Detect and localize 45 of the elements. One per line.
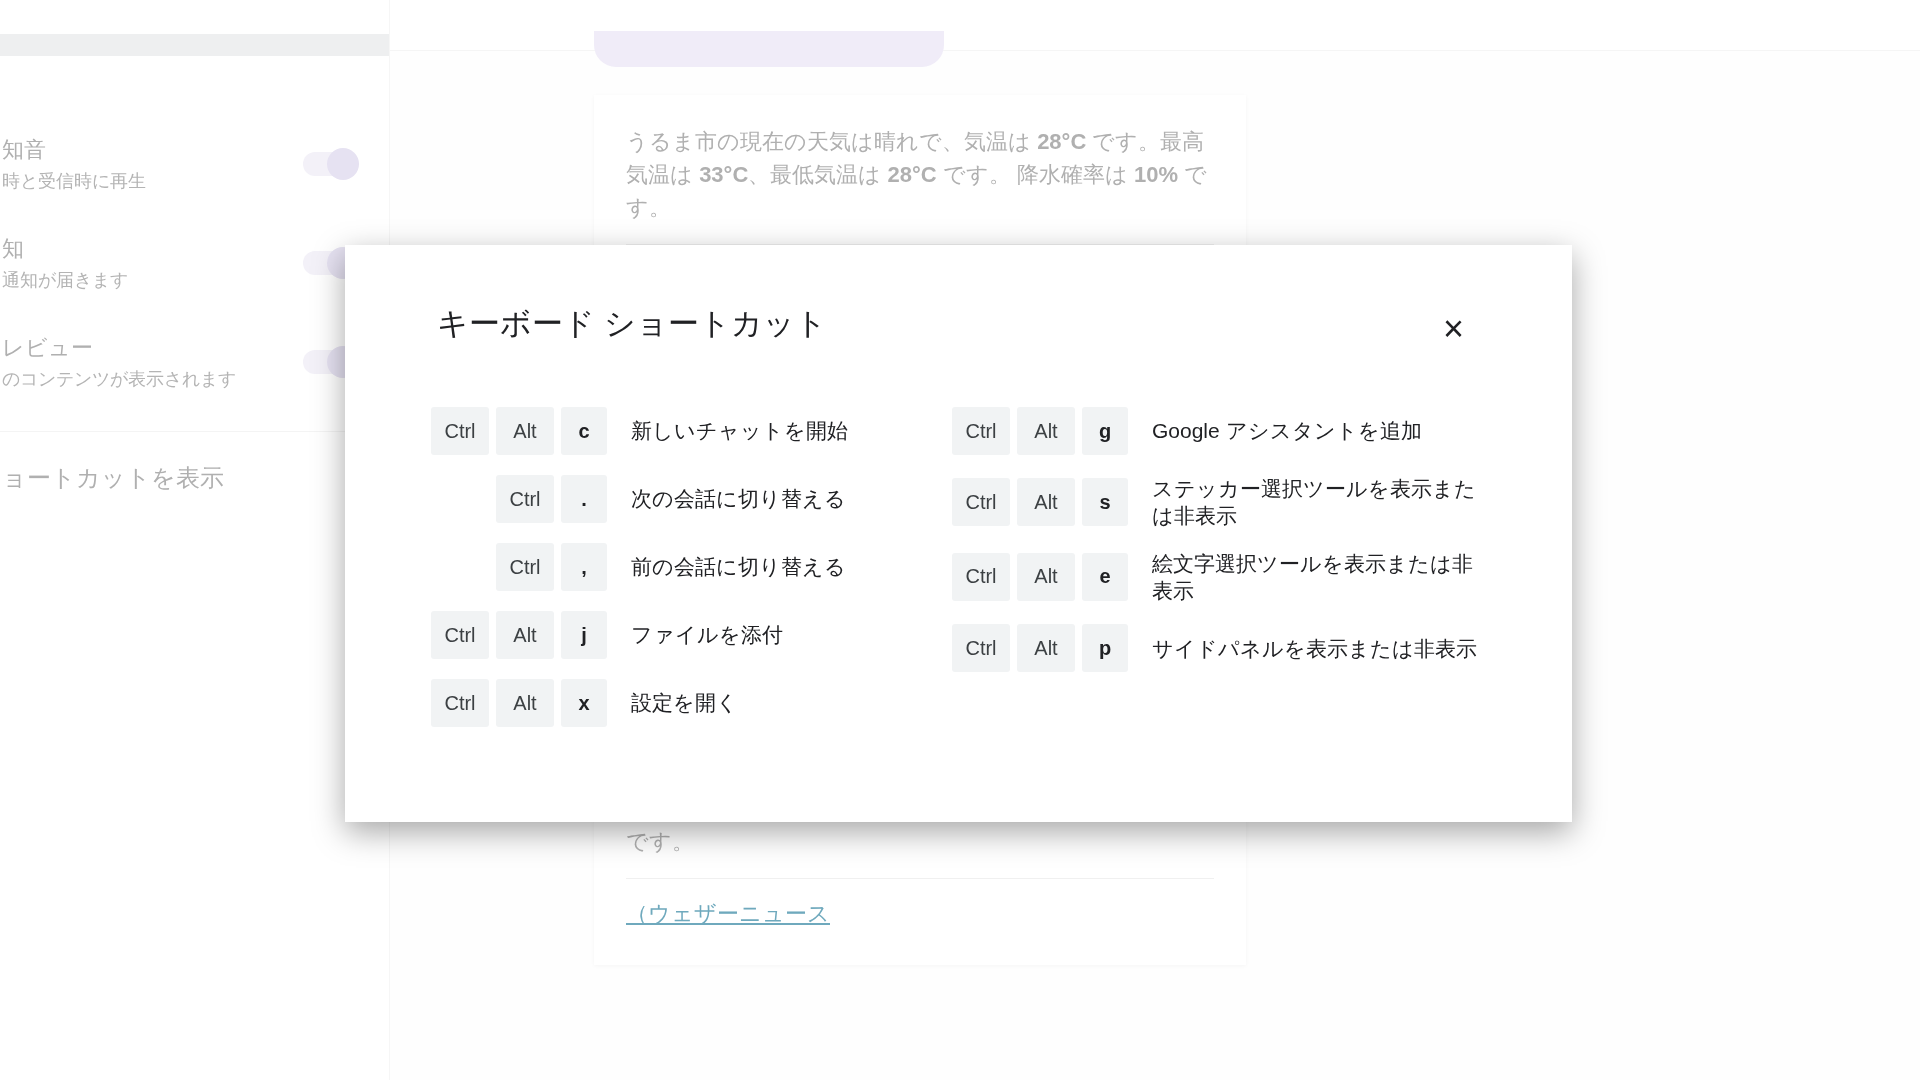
key-cap: e: [1082, 552, 1128, 601]
setting-description: 通知が届きます: [2, 268, 128, 292]
key-cap: Ctrl: [496, 475, 554, 523]
key-cap: Alt: [1017, 552, 1075, 601]
shortcut-description: サイドパネルを表示または非表示: [1152, 635, 1477, 662]
key-cap: Ctrl: [952, 552, 1010, 601]
key-cap: Alt: [1017, 478, 1075, 527]
setting-description: 時と受信時に再生: [2, 169, 146, 193]
key-cap: Alt: [496, 679, 554, 727]
key-cap: p: [1082, 624, 1128, 673]
key-cap: Ctrl: [952, 407, 1010, 455]
setting-title: 知音: [2, 135, 47, 164]
shortcut-description: 設定を開く: [631, 690, 738, 717]
shortcut-description: 絵文字選択ツールを表示または非表示: [1152, 550, 1474, 604]
key-cap: Ctrl: [952, 624, 1010, 673]
shortcut-description: 次の会話に切り替える: [631, 486, 846, 513]
key-cap: Ctrl: [431, 407, 489, 455]
key-cap: x: [561, 679, 607, 727]
key-cap: Alt: [496, 407, 554, 455]
key-cap: Alt: [496, 611, 554, 659]
setting-title: 知: [2, 234, 25, 263]
answer-text: です。: [626, 828, 695, 856]
source-link[interactable]: （ウェザーニュース: [626, 899, 1214, 929]
key-cap: .: [561, 475, 607, 523]
dialog-title: キーボード ショートカット: [437, 305, 827, 343]
shortcut-description: 新しいチャットを開始: [631, 418, 848, 445]
key-cap: Ctrl: [952, 478, 1010, 527]
answer-text: うるま市の現在の天気は晴れで、気温は 28°C です。最高気温は 33°C、最低気温は 28°C です。 降水確率は 10% です。: [626, 128, 1209, 222]
close-button[interactable]: ×: [1438, 311, 1468, 347]
shortcut-description: Google アシスタントを追加: [1152, 418, 1422, 445]
key-cap: Alt: [1017, 624, 1075, 673]
shortcut-description: 前の会話に切り替える: [631, 554, 846, 581]
setting-title: レビュー: [2, 333, 94, 362]
key-cap: Alt: [1017, 407, 1075, 455]
setting-description: のコンテンツが表示されます: [2, 367, 236, 391]
shortcut-description: ステッカー選択ツールを表示または非表示: [1152, 476, 1477, 530]
key-cap: Ctrl: [431, 679, 489, 727]
key-cap: ,: [561, 543, 607, 591]
key-cap: g: [1082, 407, 1128, 455]
key-cap: j: [561, 611, 607, 659]
key-cap: c: [561, 407, 607, 455]
key-cap: Ctrl: [496, 543, 554, 591]
key-cap: s: [1082, 478, 1128, 527]
shortcut-description: ファイルを添付: [631, 622, 783, 649]
key-cap: Ctrl: [431, 611, 489, 659]
